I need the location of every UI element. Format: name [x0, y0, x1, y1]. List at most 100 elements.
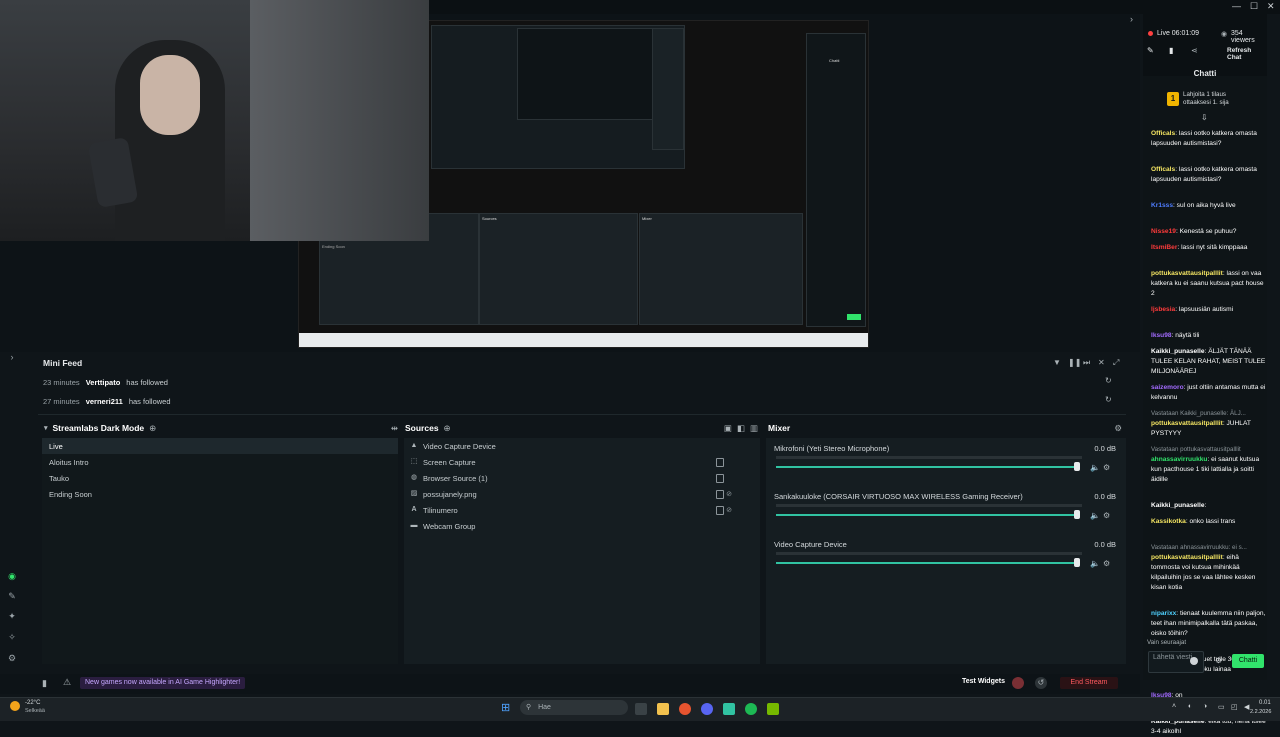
live-dock-icon[interactable]: ◉ [6, 571, 18, 583]
replay-icon[interactable]: ↻ [1105, 376, 1112, 385]
stats-icon[interactable]: ▮ [42, 678, 47, 689]
hidden-eye-icon[interactable]: ⊘ [726, 506, 732, 514]
share-icon[interactable]: ⋖ [1191, 46, 1198, 55]
chat-username[interactable]: Officals [1151, 166, 1175, 173]
chat-username[interactable]: Kaikki_punaselle [1151, 502, 1205, 509]
firefox-icon[interactable] [679, 703, 691, 715]
chat-username[interactable]: pottukasvattausitpalllit [1151, 420, 1223, 427]
chat-username[interactable]: Kassikotka [1151, 518, 1186, 525]
highlighter-icon[interactable]: ✧ [6, 632, 18, 644]
clock-time[interactable]: 0.01 [1259, 700, 1271, 706]
lock-icon[interactable] [716, 490, 724, 499]
windows-start-icon[interactable]: ⊞ [501, 702, 513, 714]
pause-icon[interactable]: ❚❚ [1068, 358, 1081, 367]
channel-settings-icon[interactable]: ⚙ [1103, 511, 1110, 520]
source-item[interactable]: ◍ Browser Source (1) [404, 470, 760, 486]
scene-item[interactable]: Tauko [42, 470, 398, 486]
speaker-icon[interactable]: 🔈 [1090, 463, 1100, 472]
tray-app-icon[interactable]: ◐ [1188, 703, 1192, 710]
source-item[interactable]: ▬ Webcam Group [404, 518, 760, 534]
settings-icon[interactable]: ⚙ [6, 653, 18, 665]
tray-chevron-icon[interactable]: ˄ [1172, 703, 1176, 710]
chevron-down-icon[interactable]: ▾ [44, 424, 48, 432]
clock-date[interactable]: 2.2.2026 [1250, 709, 1271, 715]
volume-slider-track[interactable] [776, 514, 1076, 516]
source-item[interactable]: A Tilinumero ⊘ [404, 502, 760, 518]
chat-username[interactable]: ahnassavirruukku [1151, 456, 1207, 463]
file-icon[interactable]: ▮ [1169, 46, 1173, 55]
scroll-down-icon[interactable]: ⇩ [1201, 113, 1208, 122]
chat-username[interactable]: Officals [1151, 130, 1175, 137]
chat-settings-icon[interactable]: ⚙ [1215, 656, 1222, 665]
selective-recording-icon[interactable]: ◧ [737, 423, 745, 434]
close-icon[interactable]: ✕ [1267, 1, 1275, 12]
end-stream-button[interactable]: End Stream [1060, 677, 1118, 689]
mute-icon[interactable]: ✕ [1098, 358, 1105, 367]
source-item[interactable]: ▨ possujanely.png ⊘ [404, 486, 760, 502]
tray-app-icon[interactable]: ◑ [1203, 703, 1207, 710]
scene-transitions-icon[interactable]: ⇹ [391, 423, 398, 434]
record-icon[interactable] [1012, 677, 1024, 689]
minimize-icon[interactable]: — [1232, 1, 1241, 11]
maximize-icon[interactable]: ☐ [1250, 1, 1258, 12]
chevron-right-icon[interactable]: › [1130, 14, 1133, 24]
highlighter-banner[interactable]: New games now available in AI Game Highl… [80, 677, 246, 689]
hidden-eye-icon[interactable]: ⊘ [726, 490, 732, 498]
channel-settings-icon[interactable]: ⚙ [1103, 463, 1110, 472]
warning-icon[interactable]: ⚠ [63, 677, 71, 688]
lock-icon[interactable] [716, 506, 724, 515]
file-explorer-icon[interactable] [657, 703, 669, 715]
mixer-settings-icon[interactable]: ⚙ [1114, 423, 1122, 434]
replay-icon[interactable]: ↻ [1105, 395, 1112, 404]
skip-icon[interactable]: ⏭ [1083, 358, 1090, 368]
chat-username[interactable]: pottukasvattausitpalllit [1151, 554, 1223, 561]
scene-item[interactable]: Ending Soon [42, 486, 398, 502]
chat-send-button[interactable]: Chatti [1232, 654, 1264, 668]
streamlabs-icon[interactable] [723, 703, 735, 715]
chat-username[interactable]: saizemoro [1151, 384, 1184, 391]
editor-icon[interactable]: ✎ [6, 591, 18, 603]
add-folder-icon[interactable]: ▣ [724, 423, 732, 434]
weather-icon[interactable] [10, 701, 20, 711]
test-widgets-button[interactable]: Test Widgets [962, 678, 1005, 685]
edit-icon[interactable]: ✎ [1147, 46, 1154, 55]
emote-icon[interactable] [1190, 657, 1198, 665]
replay-buffer-icon[interactable]: ↺ [1035, 677, 1047, 689]
volume-slider-track[interactable] [776, 562, 1076, 564]
chat-username[interactable]: Kr1sss [1151, 202, 1173, 209]
lock-icon[interactable] [716, 474, 724, 483]
lock-icon[interactable] [716, 458, 724, 467]
speaker-icon[interactable]: 🔈 [1090, 511, 1100, 520]
chat-username[interactable]: niparixx [1151, 610, 1176, 617]
collapse-left-icon[interactable]: › [6, 352, 18, 364]
chat-username[interactable]: ljsbesia [1151, 306, 1175, 313]
scene-item[interactable]: Aloitus Intro [42, 454, 398, 470]
chat-username[interactable]: Iksu98 [1151, 332, 1172, 339]
spotify-icon[interactable] [745, 703, 757, 715]
taskbar-search[interactable]: ⚲ Hae [520, 700, 628, 715]
task-view-icon[interactable] [635, 703, 647, 715]
refresh-chat-button[interactable]: Refresh Chat [1227, 47, 1267, 61]
source-item[interactable]: ⬚ Screen Capture [404, 454, 760, 470]
add-source-icon[interactable]: ⊕ [444, 423, 451, 434]
feed-user[interactable]: verneri211 [86, 397, 123, 406]
volume-slider-handle[interactable] [1074, 462, 1080, 471]
themes-icon[interactable]: ✦ [6, 611, 18, 623]
volume-slider-handle[interactable] [1074, 510, 1080, 519]
popout-icon[interactable]: ⤢ [1113, 358, 1119, 368]
chat-username[interactable]: ItsmiBer [1151, 244, 1177, 251]
scene-item[interactable]: Live [42, 438, 398, 454]
volume-slider-track[interactable] [776, 466, 1076, 468]
filter-icon[interactable]: ▼ [1053, 358, 1061, 367]
discord-icon[interactable] [701, 703, 713, 715]
volume-icon[interactable]: ◀ [1244, 703, 1249, 711]
nvidia-icon[interactable] [767, 703, 779, 715]
sources-menu-icon[interactable]: ▥ [750, 423, 758, 434]
speaker-icon[interactable]: 🔈 [1090, 559, 1100, 568]
volume-slider-handle[interactable] [1074, 558, 1080, 567]
network-icon[interactable]: ◰ [1231, 703, 1238, 711]
chat-username[interactable]: Nisse19 [1151, 228, 1176, 235]
monitor-icon[interactable]: ▭ [1218, 703, 1225, 711]
feed-user[interactable]: Verttipato [86, 378, 121, 387]
source-item[interactable]: ▲ Video Capture Device [404, 438, 760, 454]
